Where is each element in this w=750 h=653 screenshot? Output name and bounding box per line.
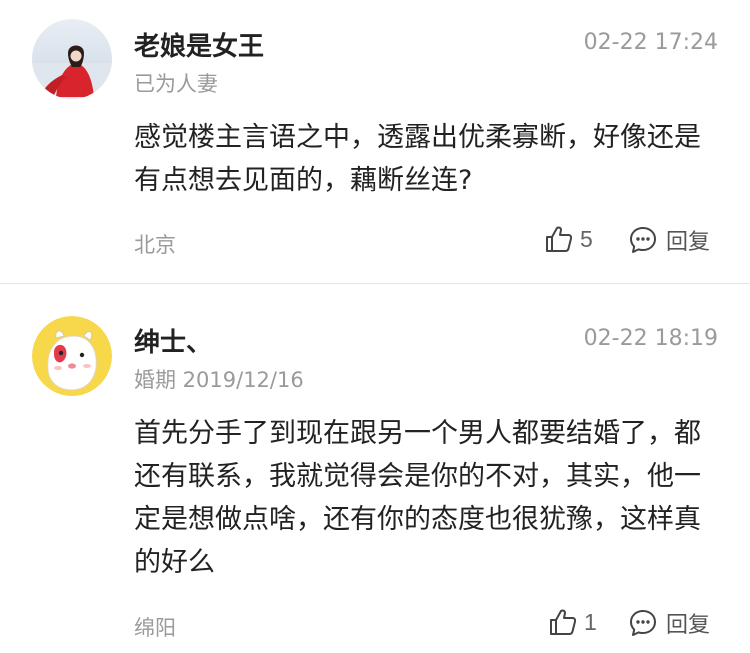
reply-button[interactable]: 回复 bbox=[628, 607, 710, 639]
avatar[interactable] bbox=[32, 316, 112, 396]
thumbs-up-icon bbox=[544, 224, 574, 254]
avatar-cartoon-image bbox=[32, 316, 112, 396]
location: 绵阳 bbox=[134, 616, 176, 640]
like-count: 1 bbox=[584, 608, 597, 635]
comment-item: 老娘是女王 02-22 17:24 已为人妻 感觉楼主言语之中，透露出优柔寡断，… bbox=[0, 0, 750, 283]
user-status: 已为人妻 bbox=[134, 72, 218, 96]
reply-button[interactable]: 回复 bbox=[628, 224, 710, 256]
comment-body: 首先分手了到现在跟另一个男人都要结婚了，都还有联系，我就觉得会是你的不对，其实，… bbox=[134, 418, 701, 578]
timestamp: 02-22 18:19 bbox=[583, 326, 718, 351]
like-button[interactable]: 5 bbox=[544, 224, 593, 254]
timestamp: 02-22 17:24 bbox=[583, 30, 718, 55]
username[interactable]: 绅士、 bbox=[134, 322, 212, 359]
speech-bubble-icon bbox=[628, 225, 658, 255]
comment-item: 绅士、 02-22 18:19 婚期 2019/12/16 首先分手了到现在跟另… bbox=[0, 284, 750, 653]
avatar[interactable] bbox=[32, 19, 112, 99]
location: 北京 bbox=[134, 233, 176, 257]
username[interactable]: 老娘是女王 bbox=[134, 26, 264, 63]
like-button[interactable]: 1 bbox=[548, 607, 597, 637]
speech-bubble-icon bbox=[628, 608, 658, 638]
avatar-photo-image bbox=[32, 19, 112, 99]
wedding-date: 婚期 2019/12/16 bbox=[134, 368, 304, 392]
comment-body: 感觉楼主言语之中，透露出优柔寡断，好像还是有点想去见面的，藕断丝连? bbox=[134, 122, 701, 196]
reply-label: 回复 bbox=[666, 230, 711, 255]
reply-label: 回复 bbox=[666, 613, 711, 638]
like-count: 5 bbox=[580, 225, 593, 252]
thumbs-up-icon bbox=[548, 607, 578, 637]
